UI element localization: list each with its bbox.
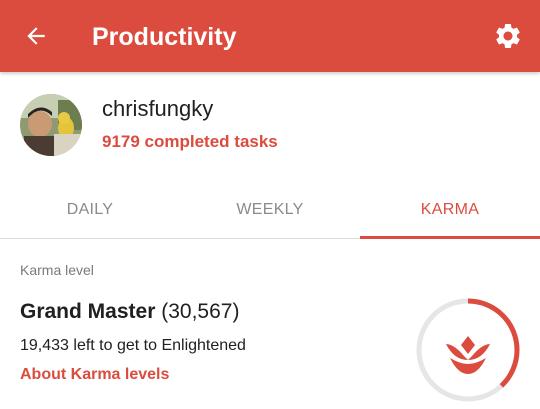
settings-button[interactable] bbox=[488, 16, 528, 56]
avatar[interactable] bbox=[20, 94, 82, 156]
page-title: Productivity bbox=[92, 23, 237, 51]
back-arrow-icon bbox=[27, 27, 45, 45]
gear-icon bbox=[496, 23, 520, 48]
tab-karma[interactable]: KARMA bbox=[360, 190, 540, 239]
back-button[interactable] bbox=[18, 18, 54, 54]
app-bar: Productivity bbox=[0, 0, 540, 72]
about-karma-link[interactable]: About Karma levels bbox=[20, 366, 169, 384]
username: chrisfungky bbox=[102, 96, 214, 121]
tab-bar: DAILY WEEKLY KARMA bbox=[0, 190, 540, 239]
karma-points: (30,567) bbox=[161, 300, 240, 323]
karma-lotus-icon bbox=[446, 336, 490, 374]
karma-progress-ring bbox=[414, 296, 522, 404]
karma-remaining-text: 19,433 left to get to Enlightened bbox=[20, 337, 246, 354]
tab-daily[interactable]: DAILY bbox=[0, 190, 180, 238]
avatar-photo bbox=[20, 94, 82, 156]
karma-level-name: Grand Master bbox=[20, 300, 156, 323]
profile-header: chrisfungky 9179 completed tasks bbox=[0, 72, 540, 190]
karma-level: Grand Master (30,567) bbox=[20, 300, 239, 324]
karma-section-label: Karma level bbox=[20, 262, 94, 278]
completed-tasks-count: 9179 completed tasks bbox=[102, 132, 278, 151]
tab-weekly[interactable]: WEEKLY bbox=[180, 190, 360, 238]
